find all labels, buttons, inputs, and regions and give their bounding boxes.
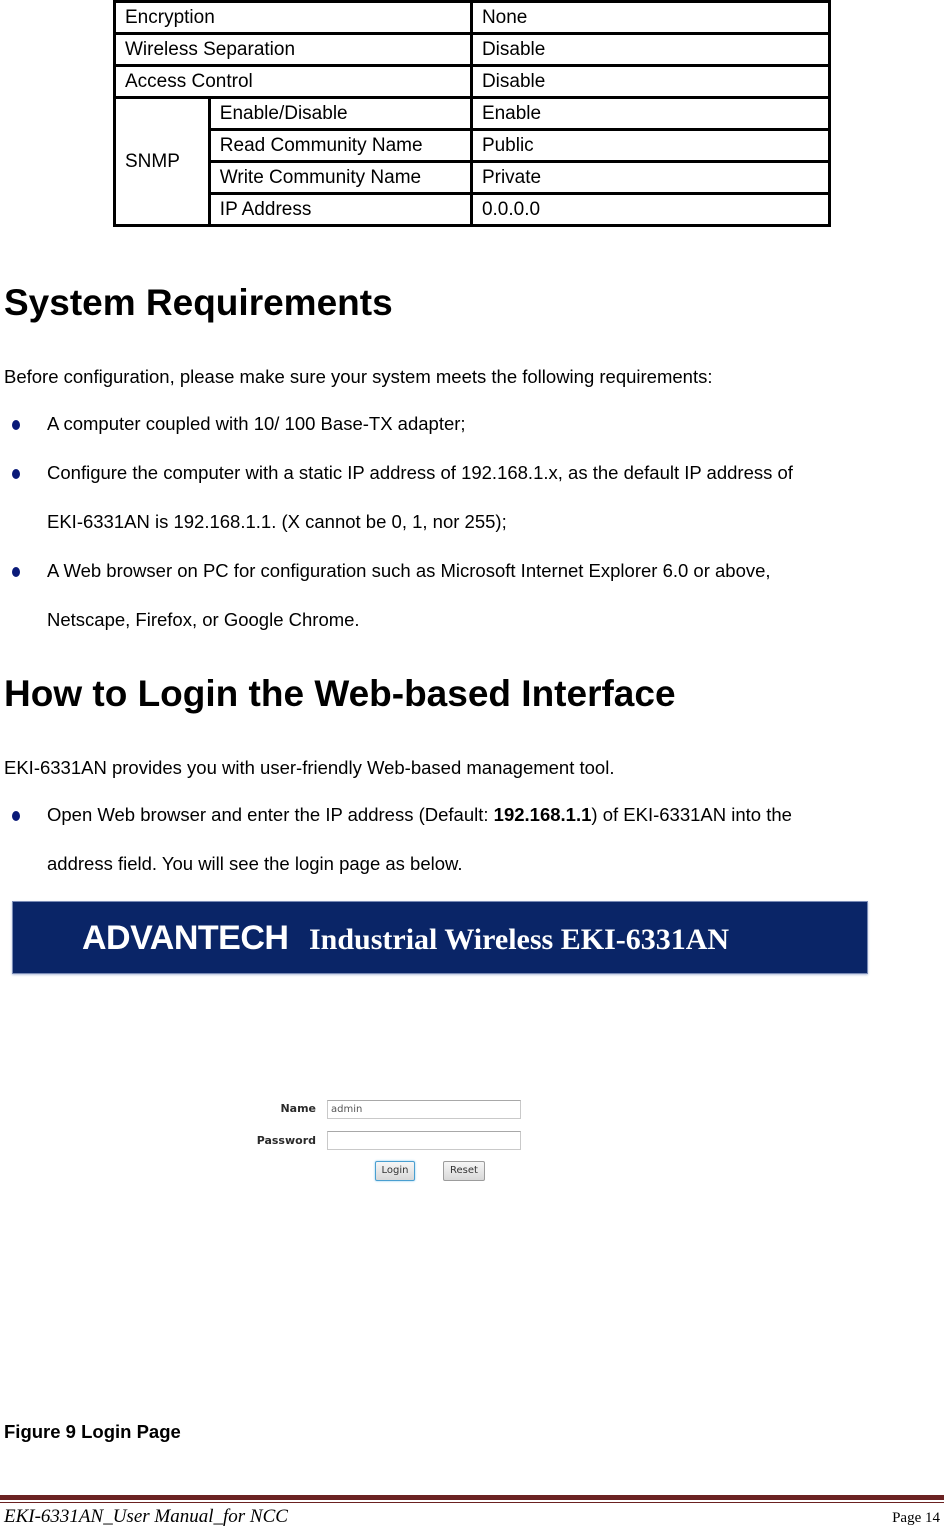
table-row: Write Community Name Private — [115, 160, 832, 195]
bullet-icon — [12, 811, 20, 821]
table-value-cell: Public — [469, 128, 832, 163]
table-value-cell: 0.0.0.0 — [469, 192, 832, 227]
footer-page-number: Page 14 — [892, 1510, 940, 1526]
snmp-group-cell: SNMP — [113, 96, 211, 227]
table-row: IP Address 0.0.0.0 — [115, 192, 832, 227]
config-table: Encryption None Wireless Separation Disa… — [113, 0, 832, 227]
name-label: Name — [280, 1102, 316, 1115]
table-label-cell: Access Control — [113, 64, 473, 99]
table-row: Read Community Name Public — [115, 128, 832, 163]
advantech-banner: ADVANTECH Industrial Wireless EKI-6331AN — [12, 901, 868, 974]
section-heading-system-requirements: System Requirements — [4, 282, 393, 323]
bullet-icon — [12, 469, 20, 479]
footer-divider — [0, 1495, 944, 1500]
requirement-item: A computer coupled with 10/ 100 Base-TX … — [47, 413, 466, 434]
table-row: SNMP Enable/Disable Enable — [113, 96, 832, 227]
bullet-icon — [12, 420, 20, 430]
table-label-cell: IP Address — [207, 192, 473, 227]
system-requirements-intro: Before configuration, please make sure y… — [4, 366, 713, 387]
table-value-cell: Disable — [469, 32, 832, 67]
table-value-cell: None — [469, 0, 832, 35]
table-label-cell: Enable/Disable — [207, 96, 473, 131]
footer-document-title: EKI-6331AN_User Manual_for NCC — [4, 1506, 288, 1527]
default-ip: 192.168.1.1 — [493, 804, 592, 825]
reset-button[interactable]: Reset — [443, 1161, 485, 1181]
table-label-cell: Write Community Name — [207, 160, 473, 195]
table-row: Wireless Separation Disable — [113, 32, 832, 67]
requirement-item-continued: EKI-6331AN is 192.168.1.1. (X cannot be … — [47, 511, 507, 532]
figure-caption: Figure 9 Login Page — [4, 1421, 181, 1442]
login-section-intro: EKI-6331AN provides you with user-friend… — [4, 757, 615, 778]
table-row: Access Control Disable — [113, 64, 832, 99]
section-heading-login: How to Login the Web-based Interface — [4, 673, 676, 714]
advantech-logo: ADVANTECH — [82, 919, 289, 957]
password-label: Password — [256, 1134, 316, 1147]
table-value-cell: Enable — [469, 96, 832, 131]
bullet-icon — [12, 567, 20, 577]
name-input[interactable]: admin — [327, 1100, 521, 1119]
footer-divider-thin — [0, 1502, 944, 1503]
table-row: Encryption None — [113, 0, 832, 35]
table-value-cell: Disable — [469, 64, 832, 99]
table-label-cell: Encryption — [113, 0, 473, 35]
login-step: Open Web browser and enter the IP addres… — [47, 804, 792, 826]
table-label-cell: Wireless Separation — [113, 32, 473, 67]
password-input[interactable] — [327, 1131, 521, 1150]
login-step-text: ) of EKI-6331AN into the — [591, 804, 792, 825]
login-step-text: Open Web browser and enter the IP addres… — [47, 804, 494, 825]
login-button[interactable]: Login — [375, 1161, 415, 1181]
login-step-continued: address field. You will see the login pa… — [47, 853, 463, 874]
requirement-item-continued: Netscape, Firefox, or Google Chrome. — [47, 609, 360, 630]
banner-title: Industrial Wireless EKI-6331AN — [309, 923, 730, 956]
table-value-cell: Private — [469, 160, 832, 195]
requirement-item: Configure the computer with a static IP … — [47, 462, 793, 483]
table-label-cell: Read Community Name — [207, 128, 473, 163]
requirement-item: A Web browser on PC for configuration su… — [47, 560, 771, 581]
